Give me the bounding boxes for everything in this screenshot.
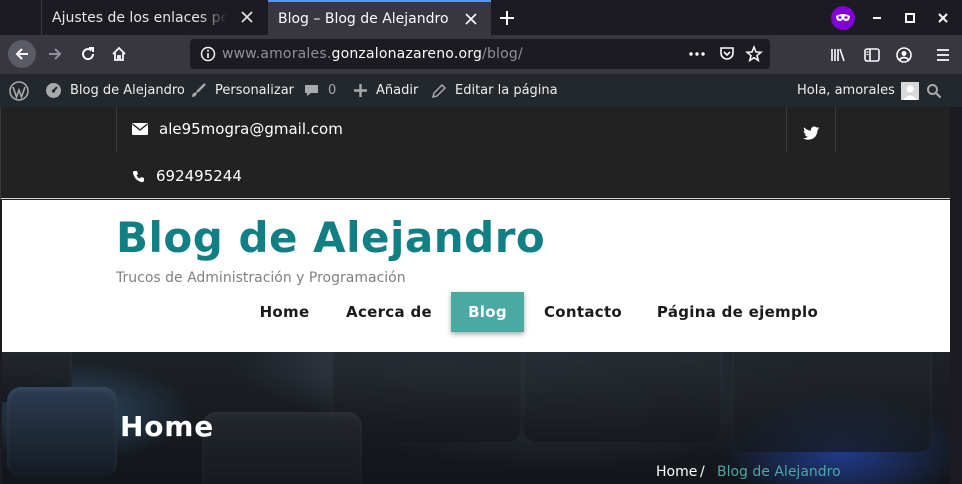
arrow-right-icon [49, 48, 62, 60]
nav-item-blog[interactable]: Blog [451, 292, 524, 332]
wp-greeting: Hola, amorales [797, 83, 895, 98]
navigation-toolbar: www.amorales.gonzalonazareno.org/blog/ [0, 35, 962, 74]
wp-customize-label: Personalizar [215, 83, 295, 98]
keyboard-key-decoration [522, 352, 722, 442]
phone-icon [132, 170, 144, 182]
address-bar[interactable]: www.amorales.gonzalonazareno.org/blog/ [190, 39, 770, 69]
paintbrush-icon [192, 83, 206, 97]
nav-item-home[interactable]: Home [247, 292, 322, 332]
url-text[interactable]: www.amorales.gonzalonazareno.org/blog/ [222, 46, 523, 62]
window-close-icon[interactable] [934, 9, 952, 27]
wp-edit-page-link[interactable]: Editar la página [431, 74, 558, 107]
nav-item-about[interactable]: Acerca de [336, 292, 442, 332]
wp-comments-link[interactable]: 0 [303, 74, 336, 107]
avatar [900, 81, 919, 100]
home-icon [112, 46, 126, 61]
nav-item-sample-page[interactable]: Página de ejemplo [649, 292, 826, 332]
tab-title: Blog – Blog de Alejandro [278, 10, 449, 27]
phone-text: 692495244 [156, 167, 242, 185]
comment-bubble-icon [305, 85, 318, 96]
account-icon[interactable] [895, 46, 913, 64]
wp-site-name: Blog de Alejandro [70, 83, 185, 98]
keyboard-key-decoration [202, 412, 362, 484]
bookmark-star-icon[interactable] [745, 45, 763, 63]
keyboard-key-decoration [7, 387, 117, 477]
close-icon[interactable] [239, 9, 255, 25]
wp-edit-page-label: Editar la página [455, 83, 558, 98]
page-title: Home [120, 410, 215, 443]
wp-customize-link[interactable]: Personalizar [190, 74, 294, 107]
page-actions-icon[interactable] [688, 46, 706, 62]
pocket-icon[interactable] [718, 45, 736, 63]
plus-icon [354, 84, 367, 97]
divider [835, 107, 836, 152]
new-tab-icon[interactable] [497, 8, 517, 28]
forward-button[interactable] [41, 40, 69, 68]
wordpress-logo-button[interactable] [9, 74, 37, 107]
contact-phone[interactable]: 692495244 [132, 167, 242, 185]
divider [786, 107, 787, 152]
pencil-icon [431, 83, 447, 98]
tab-title: Ajustes de los enlaces permanentes [52, 9, 227, 26]
keyboard-key-decoration [732, 352, 932, 452]
breadcrumb-current: Blog de Alejandro [717, 464, 841, 480]
nav-item-contact[interactable]: Contacto [534, 292, 632, 332]
email-text: ale95mogra@gmail.com [159, 120, 343, 138]
reload-button[interactable] [74, 40, 102, 68]
arrow-left-icon [15, 48, 28, 60]
site-title[interactable]: Blog de Alejandro [116, 213, 545, 262]
wp-search-button[interactable] [926, 74, 950, 107]
wp-site-name-link[interactable]: Blog de Alejandro [45, 74, 185, 107]
private-browsing-icon [831, 6, 855, 30]
wp-account-menu[interactable]: Hola, amorales [797, 74, 919, 107]
divider [1, 198, 951, 199]
contact-email[interactable]: ale95mogra@gmail.com [132, 120, 343, 138]
envelope-icon [132, 123, 148, 135]
avatar-silhouette-icon [902, 85, 917, 100]
tab-permalink-settings[interactable]: Ajustes de los enlaces permanentes [41, 0, 267, 35]
search-icon [927, 83, 942, 98]
wordpress-logo-icon [9, 80, 29, 101]
maximize-icon[interactable] [901, 9, 919, 27]
home-button[interactable] [105, 40, 133, 68]
close-icon[interactable] [463, 11, 479, 27]
site-header: Blog de Alejandro Trucos de Administraci… [2, 200, 950, 352]
tab-blog[interactable]: Blog – Blog de Alejandro [268, 0, 491, 35]
wp-comments-count: 0 [328, 83, 337, 98]
wp-add-new-label: Añadir [376, 83, 419, 98]
twitter-icon[interactable] [803, 126, 820, 141]
breadcrumb-separator: / [700, 464, 705, 480]
breadcrumb-home-link[interactable]: Home [656, 464, 697, 480]
dashboard-gauge-icon [46, 83, 61, 98]
info-icon[interactable] [200, 46, 216, 62]
hero-banner: Home Home / Blog de Alejandro [2, 352, 950, 484]
tab-strip: Ajustes de los enlaces permanentes Blog … [0, 0, 962, 35]
sidebar-icon[interactable] [863, 46, 881, 64]
library-icon[interactable] [829, 46, 847, 64]
wp-add-new-link[interactable]: Añadir [353, 74, 418, 107]
site-top-bar: ale95mogra@gmail.com 692495244 [0, 107, 962, 200]
reload-icon [82, 47, 95, 61]
divider [116, 107, 117, 152]
wp-admin-bar: Blog de Alejandro Personalizar 0 Añadir … [0, 74, 962, 107]
back-button[interactable] [8, 40, 36, 68]
menu-hamburger-icon[interactable] [934, 46, 952, 64]
window-edge [950, 107, 962, 484]
minimize-icon[interactable] [868, 9, 886, 27]
site-tagline: Trucos de Administración y Programación [116, 270, 406, 286]
